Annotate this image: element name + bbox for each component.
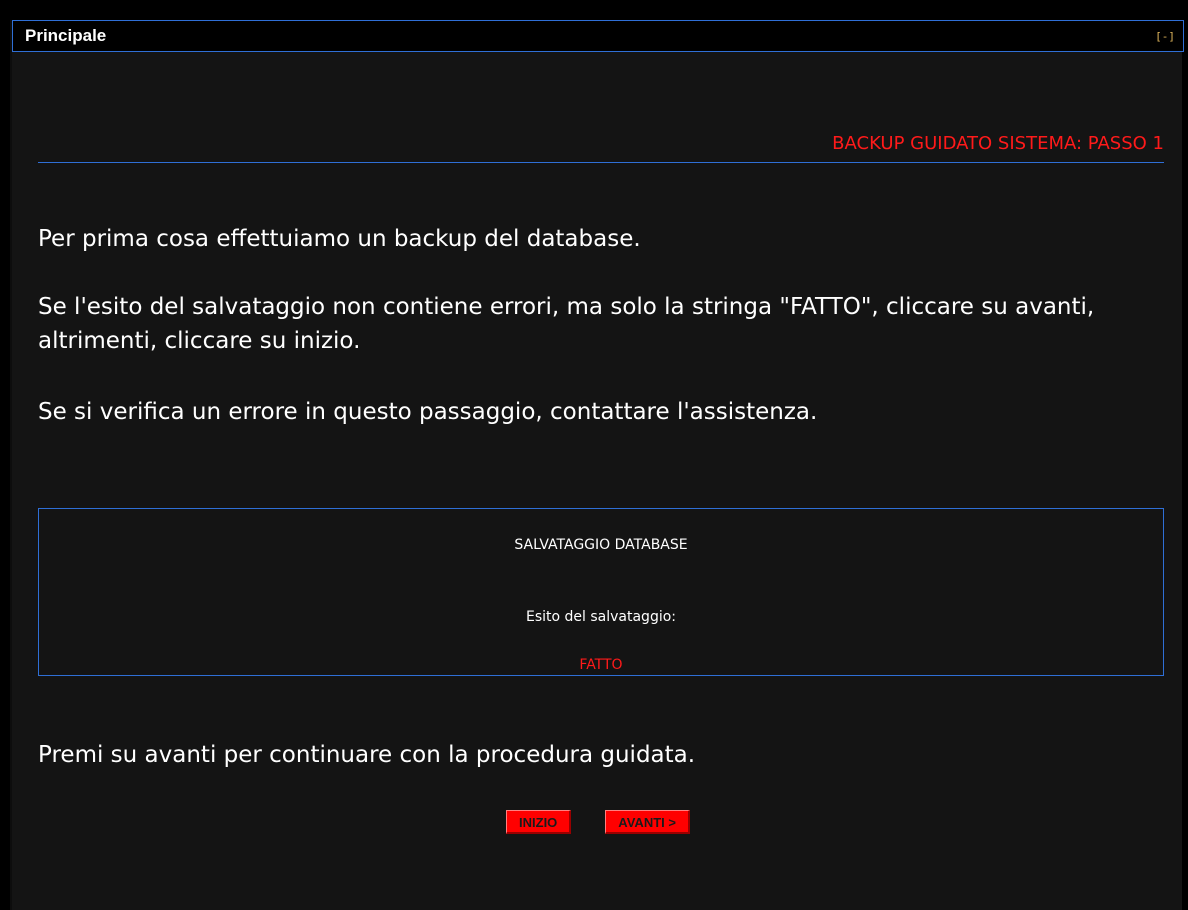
next-button[interactable]: AVANTI >	[605, 810, 690, 834]
collapse-toggle-icon[interactable]: [-]	[1155, 30, 1175, 43]
instruction-paragraph: Se l'esito del salvataggio non contiene …	[38, 294, 1095, 354]
support-paragraph: Se si verifica un errore in questo passa…	[38, 399, 818, 425]
result-box-title: SALVATAGGIO DATABASE	[514, 537, 688, 553]
intro-paragraph: Per prima cosa effettuiamo un backup del…	[38, 226, 641, 252]
wizard-step-title: BACKUP GUIDATO SISTEMA: PASSO 1	[832, 133, 1164, 154]
result-label: Esito del salvataggio:	[525, 609, 676, 625]
wizard-buttons: INIZIO AVANTI >	[12, 810, 1184, 834]
panel-titlebar: Principale [-]	[12, 20, 1184, 52]
main-panel: Principale [-] BACKUP GUIDATO SISTEMA: P…	[10, 20, 1184, 910]
start-button[interactable]: INIZIO	[506, 810, 572, 834]
backup-result-box: SALVATAGGIO DATABASE Esito del salvatagg…	[38, 508, 1164, 676]
continue-paragraph: Premi su avanti per continuare con la pr…	[38, 742, 696, 768]
panel-title: Principale	[25, 26, 107, 45]
result-status: FATTO	[579, 657, 623, 673]
header-divider	[38, 162, 1164, 163]
